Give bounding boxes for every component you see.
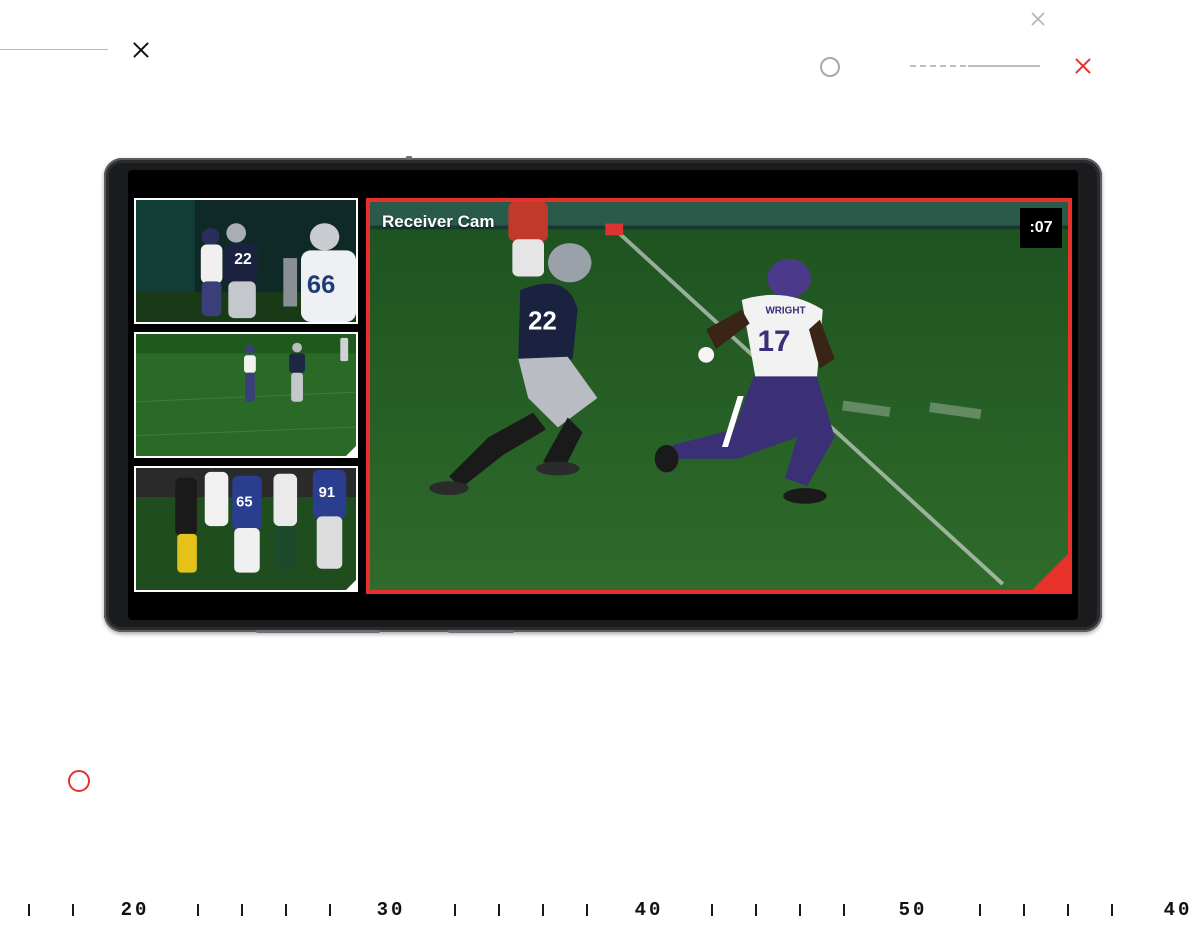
svg-text:66: 66 [307,271,335,299]
play-timer: :07 [1020,208,1062,248]
circle-icon [820,57,840,77]
ruler-tick [285,904,287,916]
close-icon-red [1074,57,1092,75]
yard-label: 20 [120,899,150,921]
ruler-tick [711,904,713,916]
camera-label: Receiver Cam [382,212,495,231]
ruler-tick [1111,904,1113,916]
close-icon [132,41,150,59]
thumbnail-feed-2[interactable] [134,332,358,458]
main-feed-scene: 22 17 WRIGHT [370,202,1068,590]
yard-label: 30 [376,899,406,921]
ruler-tick [28,904,30,916]
ruler-tick [1023,904,1025,916]
phone-button-bottom-1 [256,630,380,633]
ruler-tick [498,904,500,916]
ruler-tick [1067,904,1069,916]
ruler-tick [799,904,801,916]
decor-dashed-line [910,65,966,67]
ruler-tick [979,904,981,916]
yard-label: 40 [1163,899,1193,921]
thumbnail-3-corner-accent [346,580,356,590]
thumbnail-feed-1[interactable]: 22 66 [134,198,358,324]
thumbnail-1-scene: 22 66 [136,200,356,322]
yard-line-ruler: 20 30 40 50 40 [0,896,1200,926]
phone-button-top [406,156,412,159]
thumbnail-2-scene [136,334,356,456]
svg-text:22: 22 [528,307,557,335]
svg-text:22: 22 [234,251,252,268]
main-feed-corner-accent [1032,554,1068,590]
svg-text:65: 65 [236,495,252,511]
ruler-tick [72,904,74,916]
ruler-tick [843,904,845,916]
thumbnail-3-scene: 65 91 [136,468,356,590]
phone-device: 22 66 65 91 22 17 WRIGHT Receiver Cam:0… [104,156,1102,633]
svg-text:17: 17 [758,325,791,358]
ruler-tick [586,904,588,916]
phone-screen: 22 66 65 91 22 17 WRIGHT Receiver Cam:0… [128,170,1078,620]
main-video-feed[interactable]: 22 17 WRIGHT Receiver Cam :07 [366,198,1072,594]
svg-text:WRIGHT: WRIGHT [765,306,805,317]
svg-text:91: 91 [319,485,335,501]
yard-label: 50 [898,899,928,921]
yard-label: 40 [634,899,664,921]
ruler-tick [454,904,456,916]
decor-solid-line [968,65,1040,67]
ruler-tick [542,904,544,916]
phone-button-bottom-2 [448,630,514,633]
close-icon-gray [1030,11,1045,26]
decor-line-left [0,49,108,50]
circle-icon-red [68,770,90,792]
thumbnail-2-corner-accent [346,446,356,456]
ruler-tick [197,904,199,916]
thumbnail-feed-3[interactable]: 65 91 [134,466,358,592]
ruler-tick [329,904,331,916]
ruler-tick [241,904,243,916]
ruler-tick [755,904,757,916]
